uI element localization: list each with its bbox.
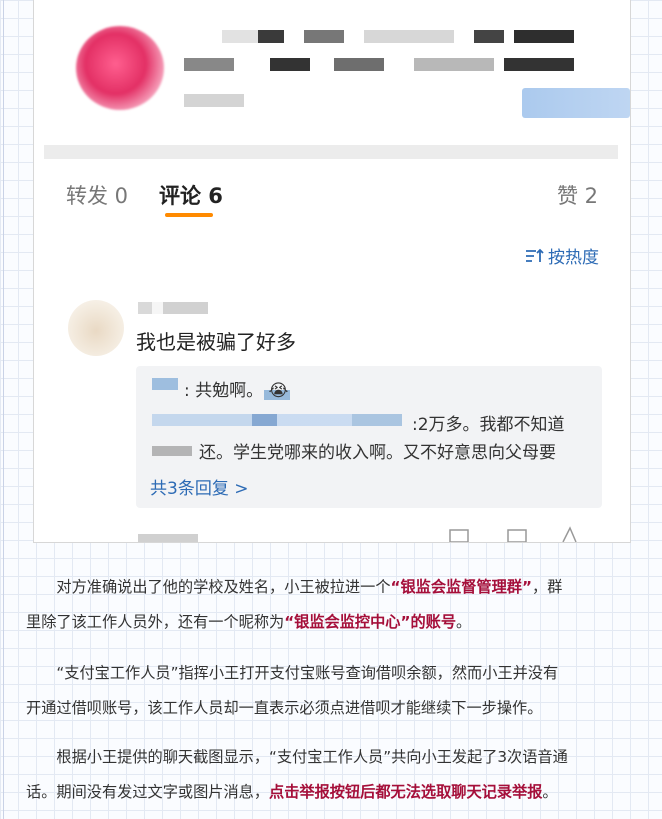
page-left-border [3,0,4,819]
comment-footer-cut-off [138,522,598,542]
crying-emoji-icon: 😭 [268,381,289,401]
article-paragraph-3: 根据小王提供的聊天截图显示，“支付宝工作人员”共向小王发起了3次语音通话。期间没… [26,740,640,810]
sort-icon [526,248,544,262]
body-text: 。 [456,613,472,631]
section-divider [44,145,618,159]
blurred-text [184,58,234,71]
paragraph-line: 对方准确说出了他的学校及姓名，小王被拉进一个“银监会监督管理群”，群 [26,570,640,605]
paragraph-line: 话。期间没有发过文字或图片消息，点击举报按钮后都无法选取聊天记录举报。 [26,775,640,810]
body-text: 开通过借呗账号，该工作人员却一直表示必须点进借呗才能继续下一步操作。 [26,699,543,717]
paragraph-line: 里除了该工作人员外，还有一个昵称为“银监会监控中心”的账号。 [26,605,640,640]
commenter-avatar[interactable] [68,300,124,356]
blurred-media [522,88,630,118]
blurred-text [304,30,344,43]
body-text: 里除了该工作人员外，还有一个昵称为 [26,613,285,631]
blurred-text [364,30,454,43]
highlighted-text: 点击举报按钮后都无法选取聊天记录举报 [269,783,543,801]
blurred-text [152,378,178,390]
blurred-text [152,446,192,456]
blurred-text [152,414,402,426]
sort-by-hot-button[interactable]: 按热度 [525,243,599,268]
paragraph-line: “支付宝工作人员”指挥小王打开支付宝账号查询借呗余额，然而小王并没有 [26,656,640,691]
blurred-avatar [76,26,164,110]
blurred-username[interactable] [138,302,208,314]
more-replies-link[interactable]: 共3条回复 > [150,474,248,499]
reply-line: : 共勉啊。 😭 [184,381,289,401]
body-text: 话。期间没有发过文字或图片消息， [26,783,269,801]
tab-likes[interactable]: 赞 2 [557,180,598,210]
body-text: 根据小王提供的聊天截图显示，“支付宝工作人员”共向小王发起了3次语音通 [56,748,568,766]
footer-icons [138,526,577,542]
active-tab-indicator [165,213,213,217]
blurred-text [270,58,310,71]
weibo-screenshot: 转发 0 评论 6 赞 2 按热度 我也是被骗了好多 : 共勉啊。 😭 :2万多… [33,0,631,543]
paragraph-line: 开通过借呗账号，该工作人员却一直表示必须点进借呗才能继续下一步操作。 [26,691,640,726]
sort-label: 按热度 [548,248,599,268]
blurred-text [184,94,244,107]
highlighted-text: “银监会监督管理群” [390,578,532,596]
body-text: 对方准确说出了他的学校及姓名，小王被拉进一个 [56,578,391,596]
article-paragraph-2: “支付宝工作人员”指挥小王打开支付宝账号查询借呗余额，然而小王并没有开通过借呗账… [26,656,640,726]
tab-repost[interactable]: 转发 0 [66,180,128,210]
tab-bar: 转发 0 评论 6 赞 2 [34,170,630,217]
tab-comments[interactable]: 评论 6 [159,180,223,210]
comment-text: 我也是被骗了好多 [136,330,296,354]
body-text: 。 [542,783,558,801]
body-text: ，群 [531,578,563,596]
blurred-text [334,58,384,71]
blurred-text [474,30,504,43]
article-paragraph-1: 对方准确说出了他的学校及姓名，小王被拉进一个“银监会监督管理群”，群 里除了该工作… [26,570,640,640]
reply-line: 还。学生党哪来的收入啊。又不好意思向父母要 [199,443,556,463]
body-text: “支付宝工作人员”指挥小王打开支付宝账号查询借呗余额，然而小王并没有 [56,664,559,682]
blurred-text [504,58,574,71]
highlighted-text: “银监会监控中心”的账号 [284,613,457,631]
blurred-text [258,30,284,43]
reply-line: :2万多。我都不知道 [412,415,565,435]
blurred-text [414,58,494,71]
blurred-text [514,30,574,43]
paragraph-line: 根据小王提供的聊天截图显示，“支付宝工作人员”共向小王发起了3次语音通 [26,740,640,775]
